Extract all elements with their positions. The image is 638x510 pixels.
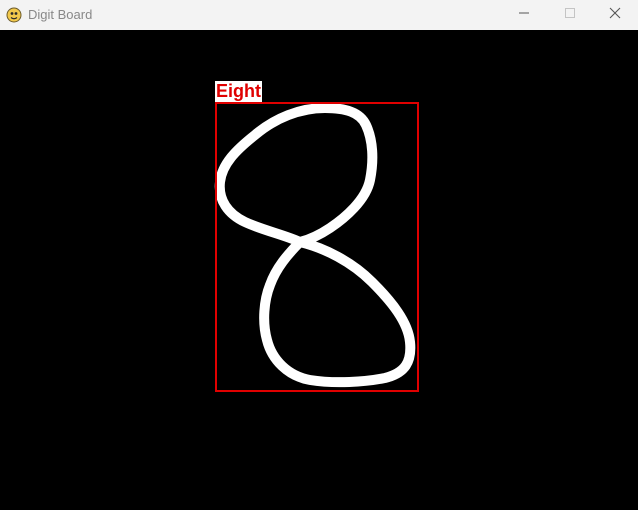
minimize-button[interactable] <box>501 0 547 30</box>
maximize-icon <box>564 6 576 24</box>
close-button[interactable] <box>592 0 638 30</box>
prediction-label: Eight <box>215 81 262 102</box>
app-window: Digit Board Eight <box>0 0 638 510</box>
drawing-canvas[interactable]: Eight <box>0 30 638 510</box>
close-icon <box>609 6 621 24</box>
prediction-bounding-box <box>215 102 419 392</box>
maximize-button[interactable] <box>547 0 593 30</box>
title-bar[interactable]: Digit Board <box>0 0 638 30</box>
window-title: Digit Board <box>28 7 93 22</box>
pygame-snake-icon <box>6 7 22 23</box>
minimize-icon <box>518 6 530 24</box>
